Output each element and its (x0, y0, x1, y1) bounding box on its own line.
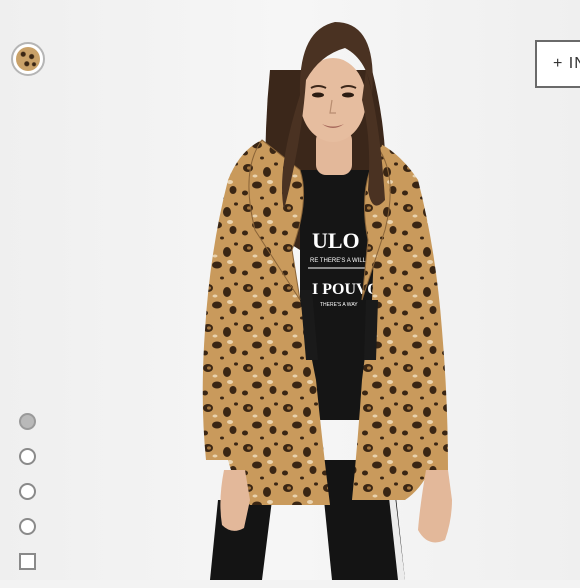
gallery-pagination (19, 413, 36, 588)
add-button[interactable]: + IN (535, 40, 580, 88)
gallery-video-square-icon[interactable] (19, 553, 36, 570)
gallery-dot-1[interactable] (19, 413, 36, 430)
leopard-swatch-icon (16, 47, 40, 71)
gallery-dot-3[interactable] (19, 483, 36, 500)
shirt-print-line-3: I POUVO (312, 281, 380, 298)
shirt-print-line-1: ULO (312, 228, 360, 253)
color-swatch-leopard[interactable] (11, 42, 45, 76)
shirt-print-line-2: RE THERE'S A WILL (310, 258, 367, 264)
product-photo-model: ULO RE THERE'S A WILL I POUVO THERE'S A … (202, 22, 452, 580)
gallery-dot-4[interactable] (19, 518, 36, 535)
shirt-print-line-4: THERE'S A WAY (320, 302, 358, 308)
gallery-dot-2[interactable] (19, 448, 36, 465)
